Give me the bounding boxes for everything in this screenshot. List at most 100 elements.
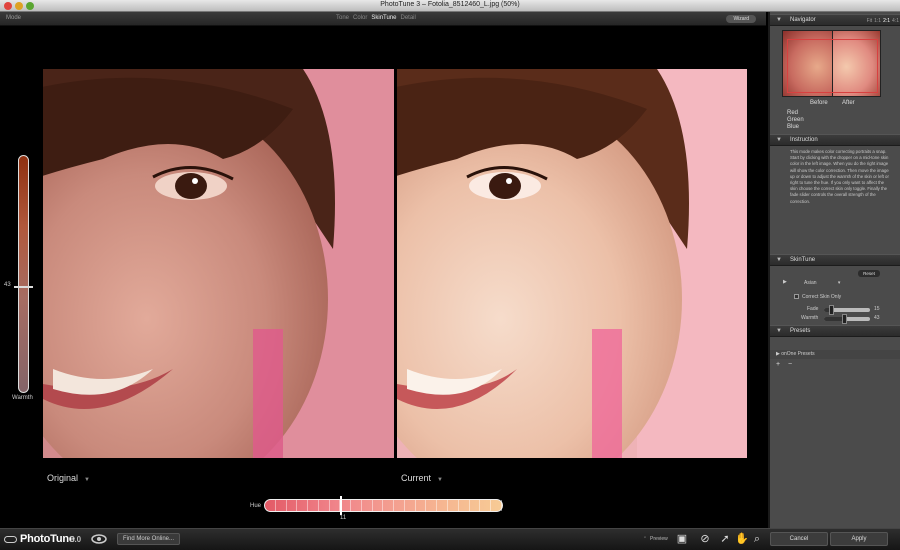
warmth-value: 43 [4,281,11,288]
warmth-slider[interactable] [18,155,29,393]
brand-name: PhotoTune [20,533,75,545]
skin-tone-value: Asian [804,280,817,286]
hue-tick [426,500,438,511]
hue-tick [480,500,492,511]
hue-tick [491,500,502,511]
hue-tick [437,500,449,511]
red-readout: Red [787,110,799,116]
mode-label: Mode [6,15,22,21]
hue-slider[interactable] [264,499,503,512]
find-more-online-button[interactable]: Find More Online... [117,533,180,545]
hue-tick [351,500,362,511]
brand-version: 3.0 [70,535,82,544]
tab-skintune[interactable]: SkinTune [371,15,396,21]
collapse-triangle-icon[interactable]: ▼ [776,257,782,263]
current-label: Current [401,473,432,483]
navigator-header[interactable]: ▼ Navigator Fit 1:1 2:1 4:1 [770,14,900,26]
split-view-icon[interactable]: ▣ [675,532,689,546]
navigator-title: Navigator [790,17,816,23]
hue-tick [394,500,405,511]
hue-tick [448,500,459,511]
original-image[interactable] [43,69,394,458]
preview-toggle-icon[interactable]: ◦ [644,535,646,541]
blue-readout: Blue [787,124,800,130]
original-dropdown-icon[interactable]: ▼ [84,477,90,483]
fade-label: Fade [807,306,819,312]
mode-tabs: Tone Color SkinTune Detail [336,15,416,21]
current-portrait-illustration [397,69,747,458]
dropper-tool-icon[interactable]: ➚ [718,532,732,546]
instruction-header[interactable]: ▼ Instruction [770,134,900,146]
fade-slider-knob[interactable] [828,305,834,315]
tab-detail[interactable]: Detail [400,15,415,21]
hue-tick [287,500,298,511]
hue-tick [416,500,427,511]
chevron-down-icon: ▾ [837,280,841,286]
tab-color[interactable]: Color [353,15,367,21]
warmth-slider-label: Warmth [801,315,819,321]
zoom-options: Fit 1:1 2:1 4:1 [867,18,899,24]
green-readout: Green [787,117,804,123]
side-panel: ▼ Navigator Fit 1:1 2:1 4:1 Before After… [768,12,900,528]
hue-label: Hue [250,503,262,509]
preset-group-onone[interactable]: ▶ onOne Presets [770,350,900,359]
main-canvas: Mode Tone Color SkinTune Detail Wizard 4… [0,12,766,528]
correct-skin-only-checkbox[interactable] [794,294,799,299]
remove-preset-button[interactable]: − [788,361,792,368]
original-portrait-illustration [43,69,394,458]
zoom-1-1[interactable]: 1:1 [874,18,881,24]
instruction-text: This mode makes color correcting portrai… [790,149,889,204]
skin-tone-select[interactable]: Asian ▾ [790,280,850,286]
original-label: Original [47,473,79,483]
before-label: Before [810,100,828,106]
navigator-thumbnail[interactable] [782,30,881,97]
instruction-title: Instruction [790,137,818,143]
presets-title: Presets [790,328,811,334]
tab-tone[interactable]: Tone [336,15,349,21]
hue-tick [470,500,481,511]
current-dropdown-icon[interactable]: ▼ [437,477,443,483]
warmth-slider-handle[interactable] [14,285,33,288]
hue-tick [383,500,395,511]
current-image [397,69,747,458]
skintune-warmth-knob[interactable] [841,314,847,324]
wizard-button[interactable]: Wizard [726,15,756,23]
hue-slider-ticks [265,500,502,511]
preset-group-label: onOne Presets [781,351,815,357]
skintune-title: SkinTune [790,257,816,263]
zoom-2-1[interactable]: 2:1 [883,18,890,24]
original-caption[interactable]: Original ▼ [47,473,90,483]
navigator-view-box[interactable] [787,39,878,93]
fade-slider[interactable] [824,305,870,315]
hue-tick [319,500,330,511]
collapse-triangle-icon[interactable]: ▼ [776,17,782,23]
cancel-button[interactable]: Cancel [770,532,828,546]
presets-header[interactable]: ▼ Presets [770,325,900,337]
compare-icon[interactable]: ⊘ [698,532,712,546]
add-preset-button[interactable]: + [776,361,780,368]
hue-tick [330,500,341,511]
after-label: After [842,100,855,106]
reset-button[interactable]: Reset [858,270,880,277]
current-caption[interactable]: Current ▼ [401,473,443,483]
eyedropper-icon[interactable]: ▶ [783,279,787,285]
zoom-fit[interactable]: Fit [867,18,873,24]
collapse-triangle-icon[interactable]: ▼ [776,137,782,143]
hue-tick [265,500,276,511]
hue-slider-handle[interactable] [340,496,343,515]
preview-label[interactable]: Preview [650,536,668,542]
hue-tick [459,500,470,511]
zoom-4-1[interactable]: 4:1 [892,18,899,24]
hue-value: 11 [340,515,347,521]
hue-tick [362,500,373,511]
hue-tick [308,500,319,511]
onone-logo-icon [91,534,107,544]
zoom-tool-icon[interactable]: ⌕ [750,532,764,546]
warmth-label: Warmth [12,395,33,401]
hue-tick [405,500,416,511]
skintune-warmth-slider[interactable] [824,314,870,324]
skintune-header[interactable]: ▼ SkinTune [770,254,900,266]
collapse-triangle-icon[interactable]: ▼ [776,328,782,334]
hand-tool-icon[interactable]: ✋ [735,532,749,546]
apply-button[interactable]: Apply [830,532,888,546]
